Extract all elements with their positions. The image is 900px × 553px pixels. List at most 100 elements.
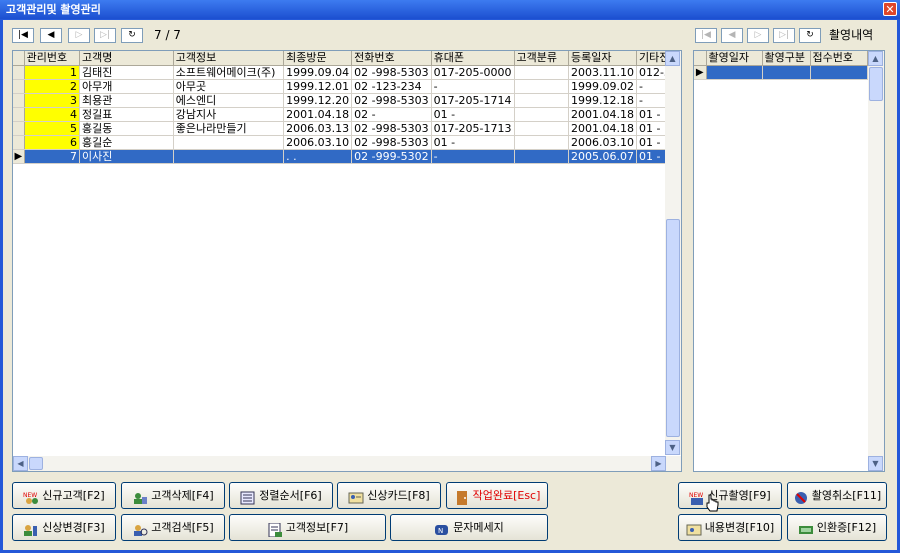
table-cell[interactable]: 최용관 <box>79 93 174 108</box>
customer-grid[interactable]: 관리번호 고객명 고객정보 최종방문 전화번호 휴대폰 고객분류 등록일자 기타전 1 김태진 소프… <box>12 50 682 472</box>
table-row[interactable]: 5 홍길동 좋은나라만들기 2006.03.13 02 -998-5303 017-205… <box>13 121 681 136</box>
scroll-right-arrow-icon[interactable]: ▶ <box>651 456 666 471</box>
table-cell[interactable]: 3 <box>24 93 80 108</box>
column-header[interactable]: 고객명 <box>79 51 174 66</box>
table-cell[interactable]: 02 -123-234 <box>351 79 432 94</box>
column-header[interactable]: 관리번호 <box>24 51 80 66</box>
prev-record-button[interactable]: ◀ <box>40 28 62 43</box>
table-cell[interactable]: 017-205-1713 <box>431 121 515 136</box>
photo-column-header[interactable]: 접수번호 <box>810 51 868 66</box>
row-indicator[interactable] <box>13 65 25 80</box>
row-indicator[interactable] <box>13 135 25 150</box>
table-cell[interactable]: 2001.04.18 <box>568 121 637 136</box>
change-profile-button[interactable]: 신상변경[F3] <box>12 514 116 541</box>
table-cell[interactable]: 정길표 <box>79 107 174 122</box>
table-cell[interactable]: 2006.03.10 <box>283 135 353 150</box>
delete-customer-button[interactable]: 고객삭제[F4] <box>121 482 225 509</box>
new-customer-button[interactable]: NEW 신규고객[F2] <box>12 482 116 509</box>
last-record-button[interactable]: ▷| <box>94 28 116 43</box>
table-cell[interactable]: 아무곳 <box>173 79 285 94</box>
table-row[interactable]: 3 최용관 에스엔디 1999.12.20 02 -998-5303 017-205-17… <box>13 93 681 108</box>
photo-column-header[interactable]: 촬영구분 <box>762 51 811 66</box>
table-cell[interactable]: 02 -998-5303 <box>351 65 432 80</box>
table-cell[interactable]: 02 -998-5303 <box>351 93 432 108</box>
table-cell[interactable]: 5 <box>24 121 80 136</box>
table-cell[interactable]: 1999.12.01 <box>283 79 353 94</box>
table-row[interactable]: 4 정길표 강남지사 2001.04.18 02 -01 -2001.04.18 01 - <box>13 107 681 122</box>
cancel-shoot-button[interactable]: 촬영취소[F11] <box>787 482 887 509</box>
table-cell[interactable] <box>514 121 570 136</box>
table-cell[interactable]: 2006.03.13 <box>283 121 353 136</box>
new-shoot-button[interactable]: NEW 신규촬영[F9] <box>678 482 782 509</box>
photo-last-button[interactable]: ▷| <box>773 28 795 43</box>
table-cell[interactable]: 1 <box>24 65 80 80</box>
table-cell[interactable]: 좋은나라만들기 <box>173 121 285 136</box>
table-cell[interactable]: 홍길동 <box>79 121 174 136</box>
table-cell[interactable] <box>514 149 570 164</box>
table-cell[interactable]: 01 - <box>431 107 515 122</box>
portrait-card-button[interactable]: 신상카드[F8] <box>337 482 441 509</box>
column-header[interactable]: 고객분류 <box>514 51 570 66</box>
column-header[interactable]: 고객정보 <box>173 51 285 66</box>
customer-vertical-scrollbar[interactable]: ▲ ▼ <box>665 51 681 455</box>
table-cell[interactable]: 2001.04.18 <box>283 107 353 122</box>
photo-first-button[interactable]: |◀ <box>695 28 717 43</box>
scroll-up-arrow-icon[interactable]: ▲ <box>665 51 680 66</box>
finish-work-button[interactable]: 작업완료[Esc] <box>446 482 548 509</box>
table-cell[interactable] <box>514 79 570 94</box>
table-row[interactable]: 1 김태진 소프트웨어메이크(주) 1999.09.04 02 -998-5303 017… <box>13 65 681 80</box>
table-cell[interactable]: 아무개 <box>79 79 174 94</box>
table-row[interactable]: 6 홍길순 2006.03.10 02 -998-5303 01 -2006.03.10… <box>13 135 681 150</box>
table-cell[interactable] <box>514 65 570 80</box>
table-cell[interactable]: 에스엔디 <box>173 93 285 108</box>
customer-info-button[interactable]: 고객정보[F7] <box>229 514 386 541</box>
table-cell[interactable]: 7 <box>24 149 80 164</box>
column-header[interactable]: 등록일자 <box>568 51 637 66</box>
photo-vertical-scrollbar[interactable]: ▲ ▼ <box>868 51 884 471</box>
table-cell[interactable]: 2003.11.10 <box>568 65 637 80</box>
table-cell[interactable]: 1999.09.04 <box>283 65 353 80</box>
table-cell[interactable]: 02 -999-5302 <box>351 149 432 164</box>
photo-refresh-button[interactable]: ↻ <box>799 28 821 43</box>
table-cell[interactable]: 02 -998-5303 <box>351 135 432 150</box>
table-cell[interactable] <box>514 107 570 122</box>
table-cell[interactable]: 2 <box>24 79 80 94</box>
row-indicator[interactable] <box>13 107 25 122</box>
scroll-h-thumb[interactable] <box>29 457 43 470</box>
table-cell[interactable]: 소프트웨어메이크(주) <box>173 65 285 80</box>
table-cell[interactable]: 01 - <box>431 135 515 150</box>
scroll-down-arrow-icon[interactable]: ▼ <box>665 440 680 455</box>
table-cell[interactable]: 4 <box>24 107 80 122</box>
photo-scroll-up-arrow-icon[interactable]: ▲ <box>868 51 883 66</box>
table-cell[interactable]: 1999.12.18 <box>568 93 637 108</box>
table-cell[interactable]: 2006.03.10 <box>568 135 637 150</box>
table-cell[interactable] <box>514 135 570 150</box>
photo-row[interactable]: ▶ <box>694 65 868 80</box>
edit-content-button[interactable]: 내용변경[F10] <box>678 514 782 541</box>
table-cell[interactable]: 1999.12.20 <box>283 93 353 108</box>
column-header[interactable]: 휴대폰 <box>431 51 515 66</box>
close-button[interactable]: ✕ <box>883 2 897 16</box>
table-cell[interactable]: 6 <box>24 135 80 150</box>
photo-column-header[interactable]: 촬영일자 <box>706 51 763 66</box>
column-header[interactable]: 전화번호 <box>351 51 432 66</box>
table-cell[interactable]: - <box>431 149 515 164</box>
refresh-button[interactable]: ↻ <box>121 28 143 43</box>
photo-grid[interactable]: 촬영일자 촬영구분 접수번호 ▶ ▲ ▼ <box>693 50 885 472</box>
table-cell[interactable]: 김태진 <box>79 65 174 80</box>
table-cell[interactable]: 1999.09.02 <box>568 79 637 94</box>
photo-next-button[interactable]: ▷ <box>747 28 769 43</box>
table-cell[interactable]: 이사진 <box>79 149 174 164</box>
sms-button[interactable]: N 문자메세지 <box>390 514 548 541</box>
row-indicator[interactable] <box>13 93 25 108</box>
table-row[interactable]: 2 아무개 아무곳 1999.12.01 02 -123-234 - 1999.09.02… <box>13 79 681 94</box>
scroll-left-arrow-icon[interactable]: ◀ <box>13 456 28 471</box>
column-header[interactable]: 최종방문 <box>283 51 353 66</box>
table-cell[interactable]: 강남지사 <box>173 107 285 122</box>
photo-scroll-down-arrow-icon[interactable]: ▼ <box>868 456 883 471</box>
first-record-button[interactable]: |◀ <box>12 28 34 43</box>
row-pointer-icon[interactable]: ▶ <box>13 149 25 164</box>
table-cell[interactable]: 017-205-1714 <box>431 93 515 108</box>
table-row[interactable]: ▶ 7 이사진 . . 02 -999-5302 -2005.06.07 01 - <box>13 149 681 164</box>
table-cell[interactable]: 홍길순 <box>79 135 174 150</box>
